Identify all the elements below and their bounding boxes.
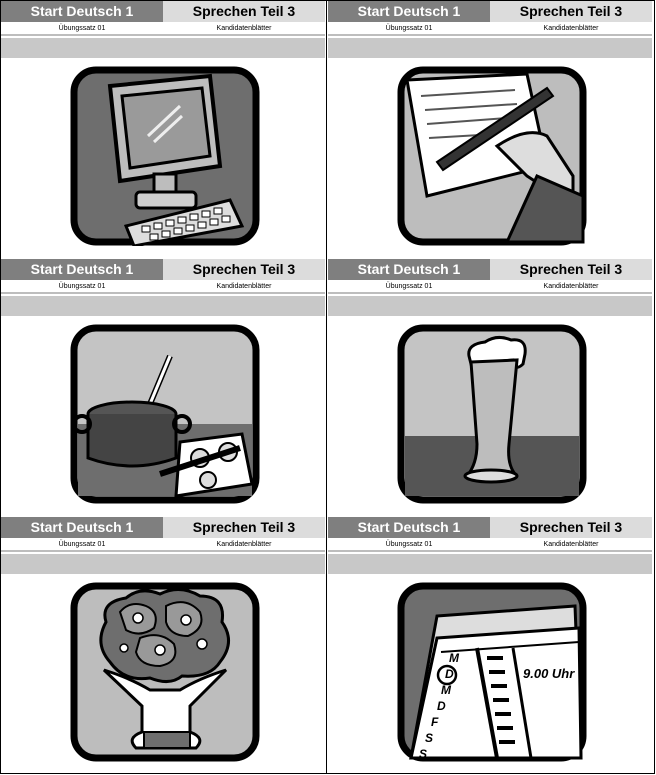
grey-band	[1, 38, 325, 58]
appointment-time: 9.00 Uhr	[523, 666, 575, 681]
calendar-day: M	[449, 651, 460, 665]
divider	[1, 550, 325, 552]
calendar-day: S	[425, 731, 433, 745]
card-header-level: Start Deutsch 1	[328, 259, 490, 280]
card-subheader-set: Übungssatz 01	[385, 283, 433, 290]
calendar-day: F	[431, 715, 439, 729]
card-subheader-set: Übungssatz 01	[58, 283, 106, 290]
writing-letter-icon	[397, 66, 587, 246]
card-cooking: Start Deutsch 1 Sprechen Teil 3 Übungssa…	[0, 258, 326, 516]
card-header-section: Sprechen Teil 3	[490, 1, 652, 22]
cooking-pot-icon	[70, 324, 260, 504]
card-header-section: Sprechen Teil 3	[490, 517, 652, 538]
card-subheader-set: Übungssatz 01	[58, 541, 106, 548]
grey-band	[328, 38, 652, 58]
grey-band	[1, 296, 325, 316]
card-writing: Start Deutsch 1 Sprechen Teil 3 Übungssa…	[327, 0, 653, 258]
calendar-icon: M D M D F S S 9.00 Uhr	[397, 582, 587, 762]
calendar-day: D	[437, 699, 446, 713]
card-subheader-set: Übungssatz 01	[385, 25, 433, 32]
grey-band	[328, 554, 652, 574]
card-header-level: Start Deutsch 1	[1, 259, 163, 280]
card-subheader-sheet: Kandidatenblätter	[216, 25, 272, 32]
card-calendar: Start Deutsch 1 Sprechen Teil 3 Übungssa…	[327, 516, 653, 774]
card-subheader-sheet: Kandidatenblätter	[216, 541, 272, 548]
card-flowers: Start Deutsch 1 Sprechen Teil 3 Übungssa…	[0, 516, 326, 774]
divider	[328, 34, 652, 36]
card-subheader-set: Übungssatz 01	[58, 25, 106, 32]
divider	[1, 292, 325, 294]
beer-glass-icon	[397, 324, 587, 504]
card-header-level: Start Deutsch 1	[1, 1, 163, 22]
flower-bouquet-icon	[70, 582, 260, 762]
card-header-section: Sprechen Teil 3	[490, 259, 652, 280]
card-header-section: Sprechen Teil 3	[163, 1, 325, 22]
card-header-level: Start Deutsch 1	[328, 517, 490, 538]
card-header-section: Sprechen Teil 3	[163, 259, 325, 280]
card-subheader-sheet: Kandidatenblätter	[543, 25, 599, 32]
card-subheader-sheet: Kandidatenblätter	[543, 283, 599, 290]
grey-band	[1, 554, 325, 574]
card-header-section: Sprechen Teil 3	[163, 517, 325, 538]
card-computer: Start Deutsch 1 Sprechen Teil 3 Übungssa…	[0, 0, 326, 258]
divider	[1, 34, 325, 36]
divider	[328, 292, 652, 294]
divider	[328, 550, 652, 552]
card-beer: Start Deutsch 1 Sprechen Teil 3 Übungssa…	[327, 258, 653, 516]
card-header-level: Start Deutsch 1	[328, 1, 490, 22]
card-subheader-sheet: Kandidatenblätter	[216, 283, 272, 290]
grey-band	[328, 296, 652, 316]
calendar-day: S	[419, 747, 427, 761]
card-subheader-sheet: Kandidatenblätter	[543, 541, 599, 548]
card-header-level: Start Deutsch 1	[1, 517, 163, 538]
card-subheader-set: Übungssatz 01	[385, 541, 433, 548]
computer-icon	[70, 66, 260, 246]
